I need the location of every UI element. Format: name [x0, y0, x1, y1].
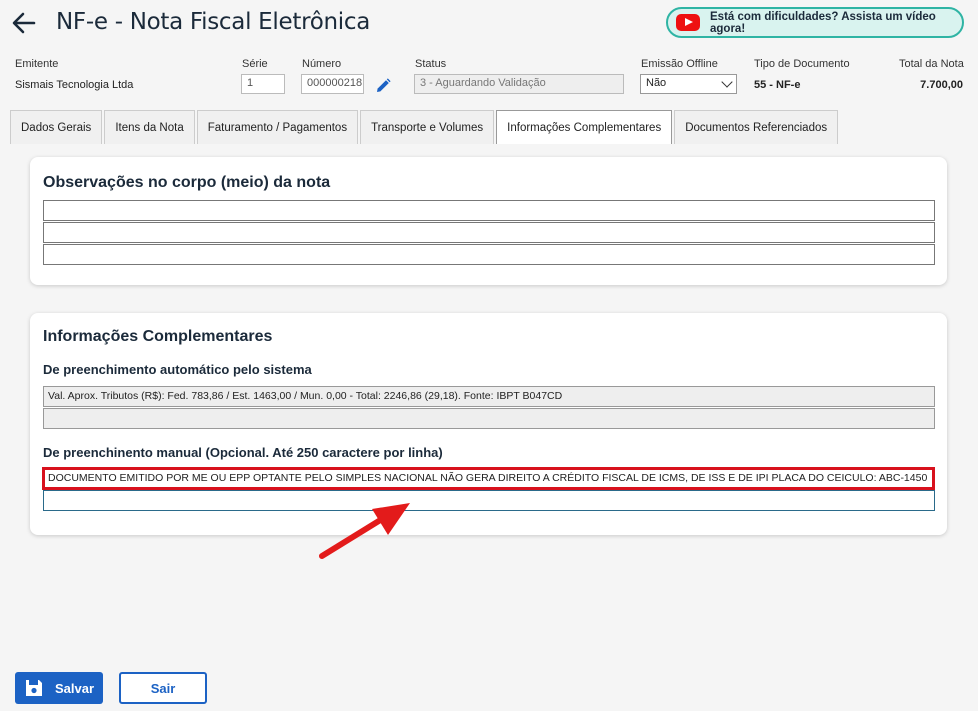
red-arrow-annotation: [319, 503, 410, 559]
manual-line-1[interactable]: DOCUMENTO EMITIDO POR ME OU EPP OPTANTE …: [43, 468, 935, 489]
info-comp-title: Informações Complementares: [43, 328, 273, 345]
status-input: 3 - Aguardando Validação: [414, 74, 624, 94]
numero-input[interactable]: 000000218: [301, 74, 364, 94]
tab-informacoes-complementares[interactable]: Informações Complementares: [496, 110, 673, 144]
save-button[interactable]: Salvar: [15, 672, 103, 704]
save-label: Salvar: [55, 680, 95, 696]
video-help-label: Está com dificuldades? Assista um vídeo …: [710, 10, 936, 35]
status-label: Status: [415, 58, 447, 70]
tab-transporte[interactable]: Transporte e Volumes: [360, 110, 495, 144]
auto-line-1: Val. Aprox. Tributos (R$): Fed. 783,86 /…: [43, 386, 935, 407]
serie-input[interactable]: 1: [241, 74, 285, 94]
emissao-offline-value: Não: [646, 77, 667, 89]
observacoes-title: Observações no corpo (meio) da nota: [43, 174, 331, 191]
emissao-offline-select[interactable]: Não: [640, 74, 737, 94]
auto-line-2: [43, 408, 935, 429]
emitente-value: Sismais Tecnologia Ltda: [15, 79, 134, 91]
youtube-icon: [676, 14, 700, 31]
exit-button[interactable]: Sair: [119, 672, 207, 704]
pencil-icon[interactable]: [374, 77, 392, 95]
manual-section-title: De preenchinento manual (Opcional. Até 2…: [43, 445, 443, 460]
auto-section-title: De preenchimento automático pelo sistema: [43, 362, 312, 377]
emitente-label: Emitente: [15, 58, 59, 70]
header: NF-e - Nota Fiscal Eletrônica Está com d…: [0, 0, 978, 48]
emissao-offline-label: Emissão Offline: [641, 58, 718, 70]
total-value: 7.700,00: [920, 79, 963, 91]
total-label: Total da Nota: [899, 58, 964, 70]
observacao-line-2[interactable]: [43, 222, 935, 243]
tab-dados-gerais[interactable]: Dados Gerais: [10, 110, 103, 144]
floppy-disk-icon: [26, 680, 42, 696]
page-title: NF-e - Nota Fiscal Eletrônica: [56, 9, 370, 35]
tab-bar: Dados Gerais Itens da Nota Faturamento /…: [10, 110, 840, 144]
video-help-button[interactable]: Está com dificuldades? Assista um vídeo …: [666, 7, 964, 38]
chevron-down-icon: [721, 76, 733, 88]
observacao-line-1[interactable]: [43, 200, 935, 221]
manual-line-2[interactable]: [43, 490, 935, 511]
tab-documentos-referenciados[interactable]: Documentos Referenciados: [674, 110, 839, 144]
arrow-left-icon[interactable]: [10, 9, 38, 37]
serie-label: Série: [242, 58, 268, 70]
tipo-documento-value: 55 - NF-e: [754, 79, 801, 91]
numero-label: Número: [302, 58, 342, 70]
tab-itens-da-nota[interactable]: Itens da Nota: [104, 110, 195, 144]
tab-faturamento[interactable]: Faturamento / Pagamentos: [196, 110, 359, 144]
tipo-documento-label: Tipo de Documento: [754, 58, 850, 70]
observacao-line-3[interactable]: [43, 244, 935, 265]
